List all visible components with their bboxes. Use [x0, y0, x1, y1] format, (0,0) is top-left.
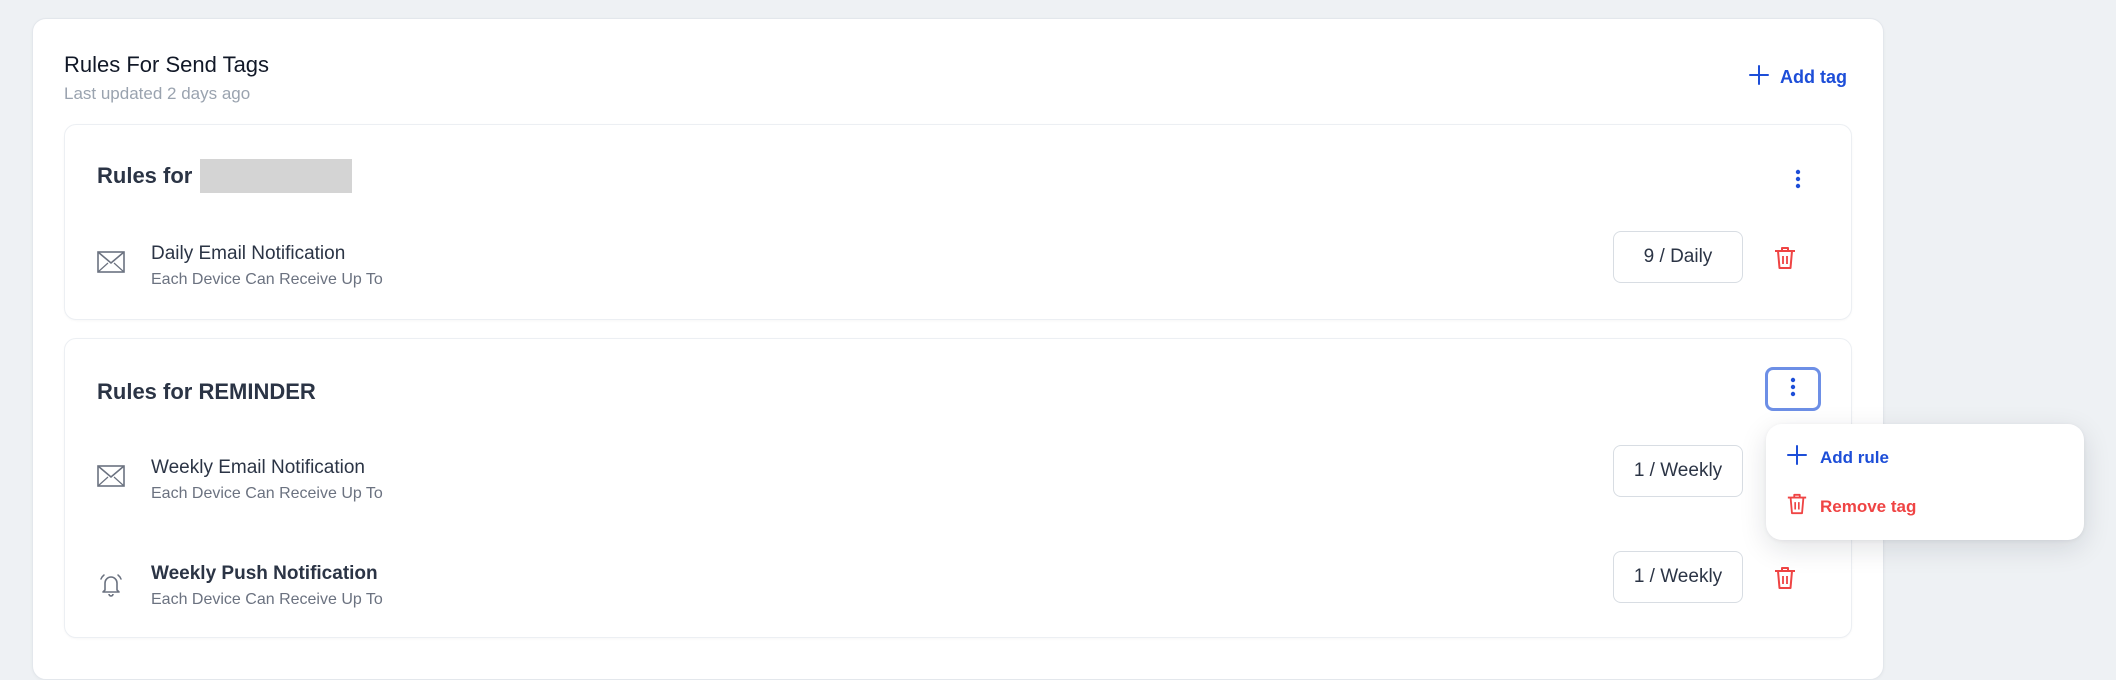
add-rule-menu-item[interactable]: Add rule	[1786, 444, 1889, 471]
envelope-icon	[97, 465, 125, 493]
group-title-prefix: Rules for	[97, 163, 193, 188]
rule-description: Each Device Can Receive Up To	[151, 271, 383, 288]
rule-description: Each Device Can Receive Up To	[151, 485, 383, 502]
rule-row: Weekly Email Notification Each Device Ca…	[97, 445, 1837, 517]
redacted-tag-name	[200, 159, 353, 193]
rule-description: Each Device Can Receive Up To	[151, 591, 383, 608]
group-title: Rules for REMINDER	[97, 379, 316, 404]
group-options-menu: Add rule Remove tag	[1766, 424, 2084, 540]
plus-icon	[1748, 64, 1770, 91]
add-rule-label: Add rule	[1820, 447, 1889, 467]
kebab-icon	[1790, 377, 1796, 402]
remove-tag-label: Remove tag	[1820, 496, 1917, 516]
kebab-icon	[1795, 169, 1801, 194]
envelope-icon	[97, 251, 125, 279]
add-tag-button[interactable]: Add tag	[1748, 64, 1847, 91]
group-options-button[interactable]	[1770, 159, 1826, 203]
trash-icon	[1775, 567, 1795, 589]
delete-rule-button[interactable]	[1773, 245, 1797, 271]
last-updated-text: Last updated 2 days ago	[64, 84, 251, 103]
remove-tag-menu-item[interactable]: Remove tag	[1786, 492, 1916, 521]
rule-limit-field[interactable]: 1 / Weekly	[1613, 445, 1743, 497]
rule-name: Weekly Email Notification	[151, 457, 366, 478]
page-title: Rules For Send Tags	[64, 52, 270, 77]
group-options-button-active[interactable]	[1765, 367, 1821, 411]
group-title: Rules for	[97, 159, 353, 193]
rule-row: Weekly Push Notification Each Device Can…	[97, 551, 1837, 623]
rule-limit-field[interactable]: 1 / Weekly	[1613, 551, 1743, 603]
rule-name: Weekly Push Notification	[151, 563, 378, 584]
rule-row: Daily Email Notification Each Device Can…	[97, 231, 1837, 303]
plus-icon	[1786, 444, 1808, 471]
delete-rule-button[interactable]	[1773, 565, 1797, 591]
rule-limit-field[interactable]: 9 / Daily	[1613, 231, 1743, 283]
add-tag-label: Add tag	[1780, 67, 1847, 87]
rule-name: Daily Email Notification	[151, 243, 346, 264]
trash-icon	[1786, 492, 1808, 521]
bell-icon	[97, 571, 125, 599]
rule-group-redacted: Rules for Daily Email Notification Each …	[64, 124, 1852, 320]
trash-icon	[1775, 247, 1795, 269]
rule-group-reminder: Rules for REMINDER Weekly Email Notifica…	[64, 338, 1852, 638]
